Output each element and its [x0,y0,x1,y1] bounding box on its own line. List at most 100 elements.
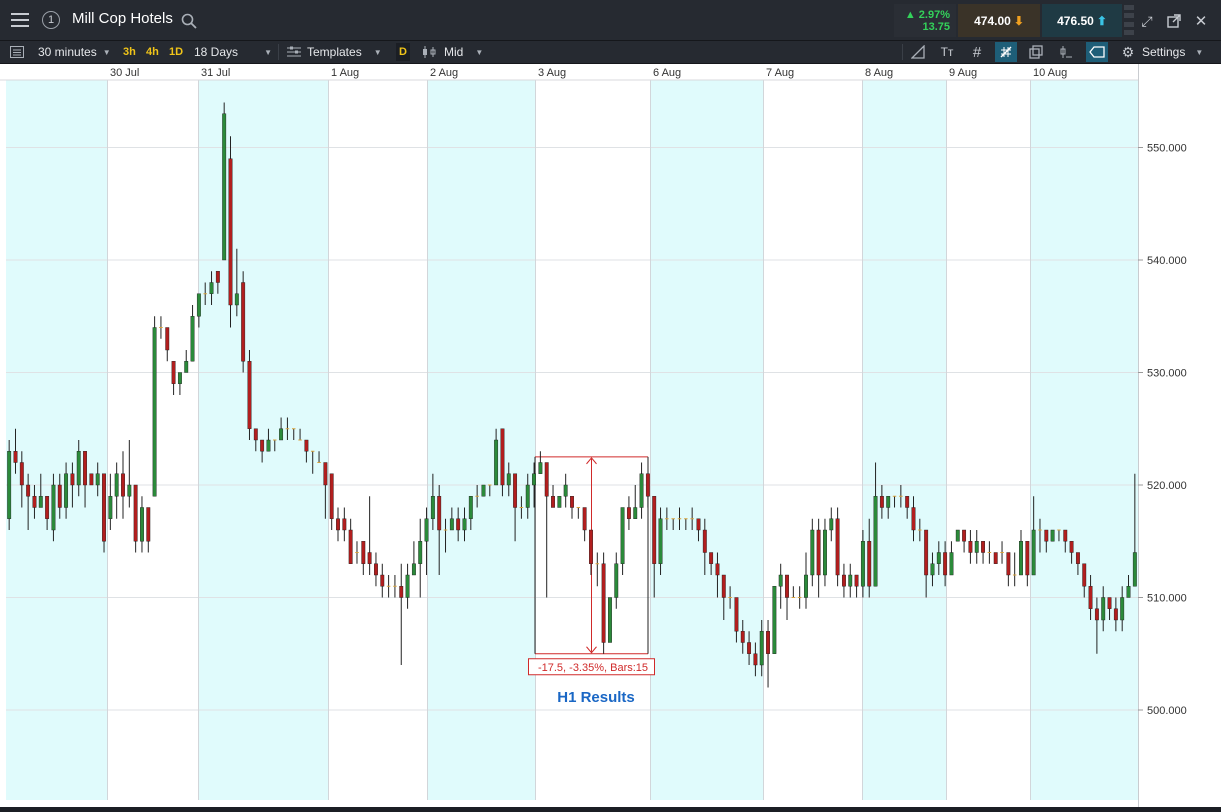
candle-body [13,451,18,463]
grid-icon[interactable]: # [966,42,988,62]
templates-label: Templates [307,45,362,59]
bar-stack-icon [1123,5,1135,35]
candle-body [108,496,113,519]
candle [974,530,979,564]
candle [190,305,195,362]
candle [595,552,600,587]
candlestick-type-icon[interactable] [419,42,441,62]
interval-3h-button[interactable]: 3h [123,43,136,61]
candle [171,361,176,395]
buy-price-button[interactable]: 476.50 ⬆ [1042,4,1122,37]
chevron-down-icon: ▼ [102,47,111,57]
x-tick-label: 2 Aug [430,67,458,79]
candle [481,484,486,497]
candle-body [152,327,157,497]
candle-body [1088,586,1093,609]
candle [1012,552,1017,587]
session-shade [862,80,946,800]
candle-body [766,631,770,654]
range-select[interactable]: 18 Days ▼ [194,43,272,61]
candle-body [418,541,423,564]
list-icon[interactable] [6,42,28,62]
hamburger-menu-icon[interactable] [8,8,32,32]
chart-area[interactable]: 30 Jul 31 Jul 1 Aug 2 Aug 3 Aug 6 Aug 7 Aug 8 A… [0,64,1221,807]
candle-body [1006,552,1011,576]
templates-icon [283,42,305,62]
trendline-icon[interactable] [907,42,929,62]
price-type-select[interactable]: Mid ▼ [444,43,483,61]
candle-body [26,484,31,497]
x-tick-label: 30 Jul [110,67,139,79]
candle-body [620,507,625,564]
candle-body [462,518,467,531]
candle-body [506,473,511,486]
candle [342,507,347,542]
tag-tool-icon[interactable] [1086,42,1108,62]
h1-results-event-label[interactable]: H1 Results [557,689,635,706]
candle [620,507,625,575]
candle [355,541,359,564]
candle [1050,529,1055,542]
search-icon[interactable] [180,12,198,30]
close-icon[interactable]: ✕ [1192,12,1210,30]
candle [551,485,555,508]
popout-icon[interactable] [1165,12,1183,30]
candle-body [835,518,840,576]
candle-body [89,473,94,486]
indicator-icon[interactable] [1055,42,1077,62]
copy-chart-icon[interactable] [1025,42,1047,62]
candle-body [911,507,916,531]
candle-body [114,473,119,497]
interval-select[interactable]: 30 minutes ▼ [38,43,111,61]
expand-icon[interactable]: ⤢ [1138,12,1156,30]
candle-body [513,473,518,508]
y-tick-label: 510.000 [1147,593,1187,605]
candle [614,552,619,609]
candle-body [886,496,891,508]
text-tool-icon[interactable]: Tт [936,42,958,62]
y-tick-label: 500.000 [1147,705,1187,717]
y-tick-label: 540.000 [1147,255,1187,267]
candle-body [57,484,62,508]
candle [955,529,960,542]
candle-body [905,496,910,508]
price-chart[interactable]: 30 Jul 31 Jul 1 Aug 2 Aug 3 Aug 6 Aug 7 Aug 8 A… [0,64,1221,807]
candle-body [608,597,612,643]
candle-body [140,507,144,542]
candle-body [184,361,189,373]
candle [152,316,157,497]
x-tick-label: 8 Aug [865,67,893,79]
y-tick-label: 530.000 [1147,368,1187,380]
candle-body [222,113,227,261]
candle-body [500,428,505,486]
arrow-down-icon: ⬇ [1013,13,1024,28]
d-toggle-button[interactable]: D [396,43,410,61]
interval-value: 30 minutes [38,45,97,59]
settings-select[interactable]: Settings ▼ [1142,43,1203,61]
candle-body [658,518,663,564]
candle-body [924,529,929,576]
candle-body [601,563,606,643]
x-tick-label: 10 Aug [1033,67,1067,79]
tab-number-badge[interactable]: 1 [42,11,60,29]
candle [133,484,138,553]
x-tick-label: 1 Aug [331,67,359,79]
candle-body [879,496,884,508]
candle-body [146,507,151,542]
candle [411,541,416,576]
sell-price-button[interactable]: 474.00 ⬇ [958,4,1040,37]
chart-toolbar: 30 minutes ▼ 3h 4h 1D 18 Days ▼ Templates ▼… [0,41,1221,64]
candle [633,485,638,519]
candle-body [1044,529,1049,542]
session-shade [427,80,535,800]
candle-body [645,473,650,497]
gear-icon[interactable]: ⚙ [1117,42,1139,62]
candle [393,575,397,598]
crosshair-tool-icon[interactable] [995,42,1017,62]
templates-select[interactable]: Templates ▼ [307,43,382,61]
interval-1d-button[interactable]: 1D [169,43,183,61]
interval-4h-button[interactable]: 4h [146,43,159,61]
candle-body [544,462,549,497]
candle-body [260,439,265,452]
price-gridlines [6,147,1138,711]
